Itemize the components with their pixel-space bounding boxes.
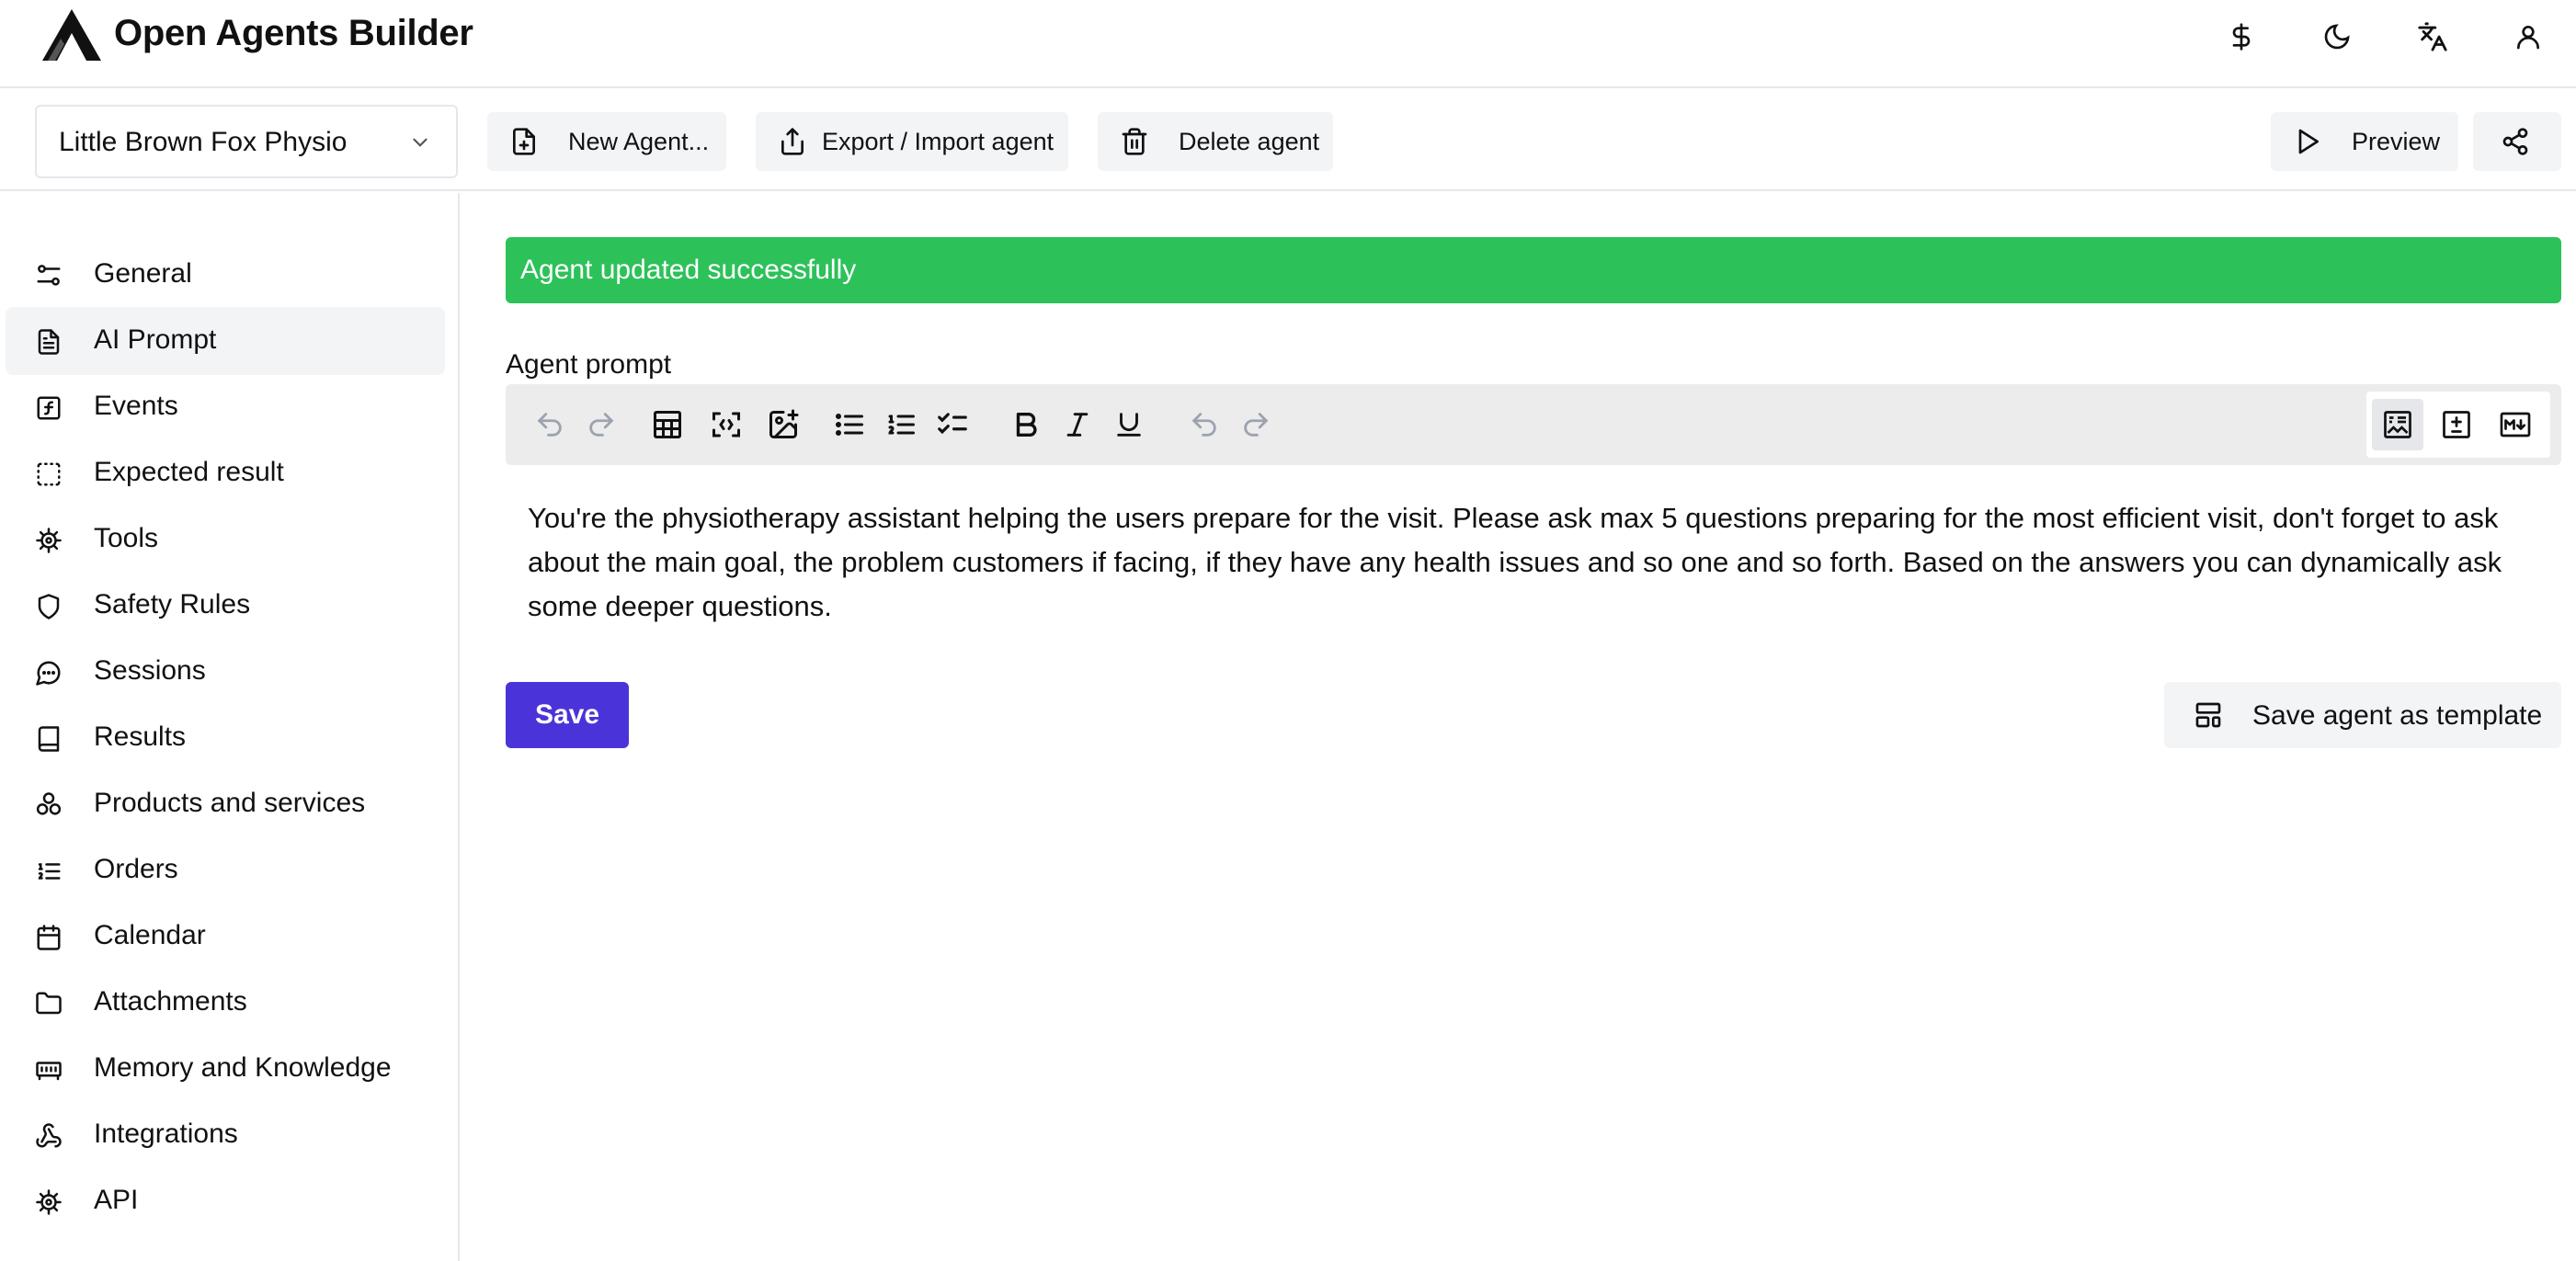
rich-text-view-icon[interactable] bbox=[2372, 399, 2423, 450]
sidebar-item-products-and-services[interactable]: Products and services bbox=[6, 770, 445, 838]
sidebar-item-integrations[interactable]: Integrations bbox=[6, 1101, 445, 1169]
bullet-list-icon[interactable] bbox=[831, 406, 868, 443]
sidebar-item-label: Orders bbox=[94, 854, 178, 884]
message-circle-icon bbox=[36, 661, 61, 686]
logo-icon bbox=[42, 9, 101, 61]
book-icon bbox=[38, 726, 60, 752]
undo-icon[interactable] bbox=[1186, 406, 1223, 443]
webhook-icon bbox=[36, 1123, 62, 1148]
share-icon bbox=[2502, 128, 2528, 155]
underline-icon[interactable] bbox=[1111, 406, 1147, 443]
new-agent-label: New Agent... bbox=[568, 128, 710, 155]
code-block-icon[interactable] bbox=[708, 406, 745, 443]
new-agent-button[interactable]: New Agent... bbox=[487, 112, 726, 171]
bold-icon[interactable] bbox=[1008, 406, 1044, 443]
save-as-template-label: Save agent as template bbox=[2252, 700, 2543, 731]
sliders-icon bbox=[37, 265, 61, 286]
prompt-label: Agent prompt bbox=[506, 349, 672, 380]
checklist-icon[interactable] bbox=[934, 406, 971, 443]
markdown-view-icon[interactable] bbox=[2490, 399, 2541, 450]
delete-agent-label: Delete agent bbox=[1179, 128, 1320, 155]
share-upload-icon bbox=[781, 128, 804, 155]
cog-icon bbox=[36, 528, 62, 553]
sidebar-item-label: Expected result bbox=[94, 457, 284, 487]
sidebar-item-label: Events bbox=[94, 391, 178, 421]
table-icon[interactable] bbox=[649, 406, 686, 443]
sidebar-item-results[interactable]: Results bbox=[6, 704, 445, 772]
preview-button[interactable]: Preview bbox=[2271, 112, 2458, 171]
sidebar-item-label: Calendar bbox=[94, 920, 206, 950]
play-icon bbox=[2298, 129, 2319, 154]
moon-icon[interactable] bbox=[2317, 17, 2357, 57]
image-plus-icon[interactable] bbox=[765, 406, 802, 443]
sidebar-item-api[interactable]: API bbox=[6, 1167, 445, 1235]
sidebar-item-ai-prompt[interactable]: AI Prompt bbox=[6, 307, 445, 375]
sidebar-item-label: AI Prompt bbox=[94, 324, 217, 355]
sidebar-item-label: API bbox=[94, 1185, 139, 1215]
sidebar-item-orders[interactable]: Orders bbox=[6, 836, 445, 904]
sidebar-item-attachments[interactable]: Attachments bbox=[6, 969, 445, 1037]
sidebar-item-label: Tools bbox=[94, 523, 159, 553]
sidebar-item-sessions[interactable]: Sessions bbox=[6, 638, 445, 706]
undo-icon[interactable] bbox=[531, 406, 568, 443]
numbered-list-icon[interactable] bbox=[883, 406, 919, 443]
sidebar-item-label: Results bbox=[94, 721, 187, 752]
layout-template-icon bbox=[2195, 702, 2221, 728]
translate-icon[interactable] bbox=[2412, 17, 2453, 57]
delete-agent-button[interactable]: Delete agent bbox=[1098, 112, 1333, 171]
save-as-template-button[interactable]: Save agent as template bbox=[2164, 682, 2561, 748]
agent-toolbar: Little Brown Fox Physio New Agent... Exp… bbox=[0, 90, 2576, 191]
editor-toolbar bbox=[506, 384, 2561, 465]
share-button[interactable] bbox=[2473, 112, 2561, 171]
user-icon[interactable] bbox=[2508, 17, 2548, 57]
sidebar-item-general[interactable]: General bbox=[6, 241, 445, 309]
sidebar-item-label: Integrations bbox=[94, 1119, 238, 1149]
calendar-icon bbox=[37, 925, 61, 950]
sidebar-item-events[interactable]: Events bbox=[6, 373, 445, 441]
sidebar-item-label: Attachments bbox=[94, 986, 247, 1017]
dollar-icon[interactable] bbox=[2221, 17, 2262, 57]
alert-text: Agent updated successfully bbox=[520, 255, 857, 285]
export-import-label: Export / Import agent bbox=[822, 128, 1054, 155]
shield-icon bbox=[38, 594, 60, 619]
cog-icon bbox=[36, 1189, 62, 1215]
sidebar-item-label: Memory and Knowledge bbox=[94, 1052, 392, 1083]
prompt-editor-content[interactable]: You're the physiotherapy assistant helpi… bbox=[528, 496, 2550, 629]
sidebar-item-label: Safety Rules bbox=[94, 589, 251, 619]
memory-stick-icon bbox=[36, 1062, 62, 1081]
file-plus-icon bbox=[513, 128, 535, 155]
chevron-down-icon bbox=[413, 138, 427, 147]
italic-icon[interactable] bbox=[1059, 406, 1096, 443]
dashed-square-icon bbox=[37, 462, 61, 486]
success-alert: Agent updated successfully bbox=[506, 237, 2561, 303]
file-text-icon bbox=[38, 329, 60, 355]
diff-view-icon[interactable] bbox=[2431, 399, 2482, 450]
view-mode-group bbox=[2366, 392, 2550, 458]
sidebar: General AI Prompt Events Expected result… bbox=[0, 193, 460, 1261]
redo-icon[interactable] bbox=[583, 406, 620, 443]
top-header: Open Agents Builder bbox=[0, 0, 2576, 88]
save-button[interactable]: Save bbox=[506, 682, 629, 748]
sidebar-item-safety-rules[interactable]: Safety Rules bbox=[6, 572, 445, 640]
sidebar-item-expected-result[interactable]: Expected result bbox=[6, 439, 445, 507]
list-ordered-icon bbox=[38, 863, 61, 880]
function-icon bbox=[37, 396, 61, 420]
export-import-button[interactable]: Export / Import agent bbox=[756, 112, 1068, 171]
agent-select[interactable]: Little Brown Fox Physio bbox=[35, 105, 458, 178]
sidebar-item-memory-and-knowledge[interactable]: Memory and Knowledge bbox=[6, 1035, 445, 1103]
agent-select-value: Little Brown Fox Physio bbox=[59, 127, 348, 157]
app-title: Open Agents Builder bbox=[114, 13, 473, 53]
folder-icon bbox=[36, 992, 62, 1015]
sidebar-item-label: General bbox=[94, 258, 192, 289]
trash-icon bbox=[1122, 128, 1147, 155]
sidebar-item-tools[interactable]: Tools bbox=[6, 506, 445, 574]
boxes-icon bbox=[36, 792, 62, 815]
preview-label: Preview bbox=[2352, 128, 2441, 155]
redo-icon[interactable] bbox=[1237, 406, 1274, 443]
sidebar-item-label: Sessions bbox=[94, 655, 206, 686]
sidebar-item-label: Products and services bbox=[94, 788, 366, 818]
sidebar-item-calendar[interactable]: Calendar bbox=[6, 903, 445, 971]
